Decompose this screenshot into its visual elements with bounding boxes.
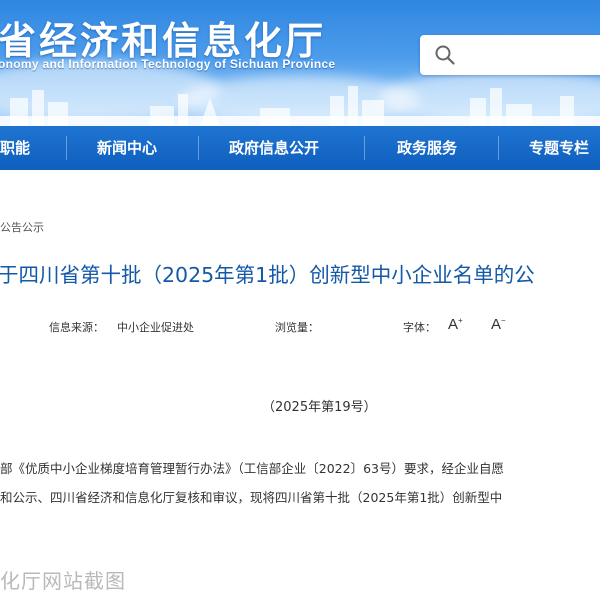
views-label: 浏览量：: [275, 321, 319, 334]
font-increase-button[interactable]: A+: [448, 316, 463, 333]
nav-divider: [498, 136, 499, 160]
site-header: 省经济和信息化厅 onomy and Information Technolog…: [0, 0, 600, 126]
plus-icon: +: [458, 316, 463, 325]
font-size-label: 字体：: [403, 321, 436, 334]
source-label: 信息来源：: [49, 321, 104, 334]
article-paragraph-line: 和公示、四川省经济和信息化厅复核和审议，现将四川省第十批（2025年第1批）创新…: [0, 490, 503, 505]
nav-divider: [198, 136, 199, 160]
article-title: 于四川省第十批（2025年第1批）创新型中小企业名单的公: [0, 263, 535, 287]
nav-divider: [364, 136, 365, 160]
nav-divider: [66, 136, 67, 160]
document-number: （2025年第19号）: [262, 400, 377, 415]
minus-icon: −: [501, 316, 506, 325]
article-paragraph-line: 部《优质中小企业梯度培育管理暂行办法》（工信部企业〔2022〕63号）要求，经企…: [0, 461, 504, 476]
search-input[interactable]: [464, 43, 600, 69]
font-decrease-button[interactable]: A−: [491, 316, 506, 333]
nav-item-special-topics[interactable]: 专题专栏: [529, 126, 589, 170]
nav-item-gov-info-disclosure[interactable]: 政府信息公开: [229, 126, 319, 170]
nav-item-functions[interactable]: 职能: [0, 126, 30, 170]
source-value: 中小企业促进处: [117, 321, 194, 334]
search-box[interactable]: [420, 35, 600, 75]
site-subtitle: onomy and Information Technology of Sich…: [0, 57, 336, 71]
nav-item-gov-services[interactable]: 政务服务: [397, 126, 457, 170]
screenshot-watermark: 化厅网站截图: [0, 569, 126, 593]
city-skyline-decoration: [0, 86, 600, 126]
breadcrumb[interactable]: 公告公示: [0, 219, 44, 235]
search-icon[interactable]: [434, 44, 456, 66]
nav-item-news-center[interactable]: 新闻中心: [97, 126, 157, 170]
main-nav: 职能 新闻中心 政府信息公开 政务服务 专题专栏: [0, 126, 600, 170]
